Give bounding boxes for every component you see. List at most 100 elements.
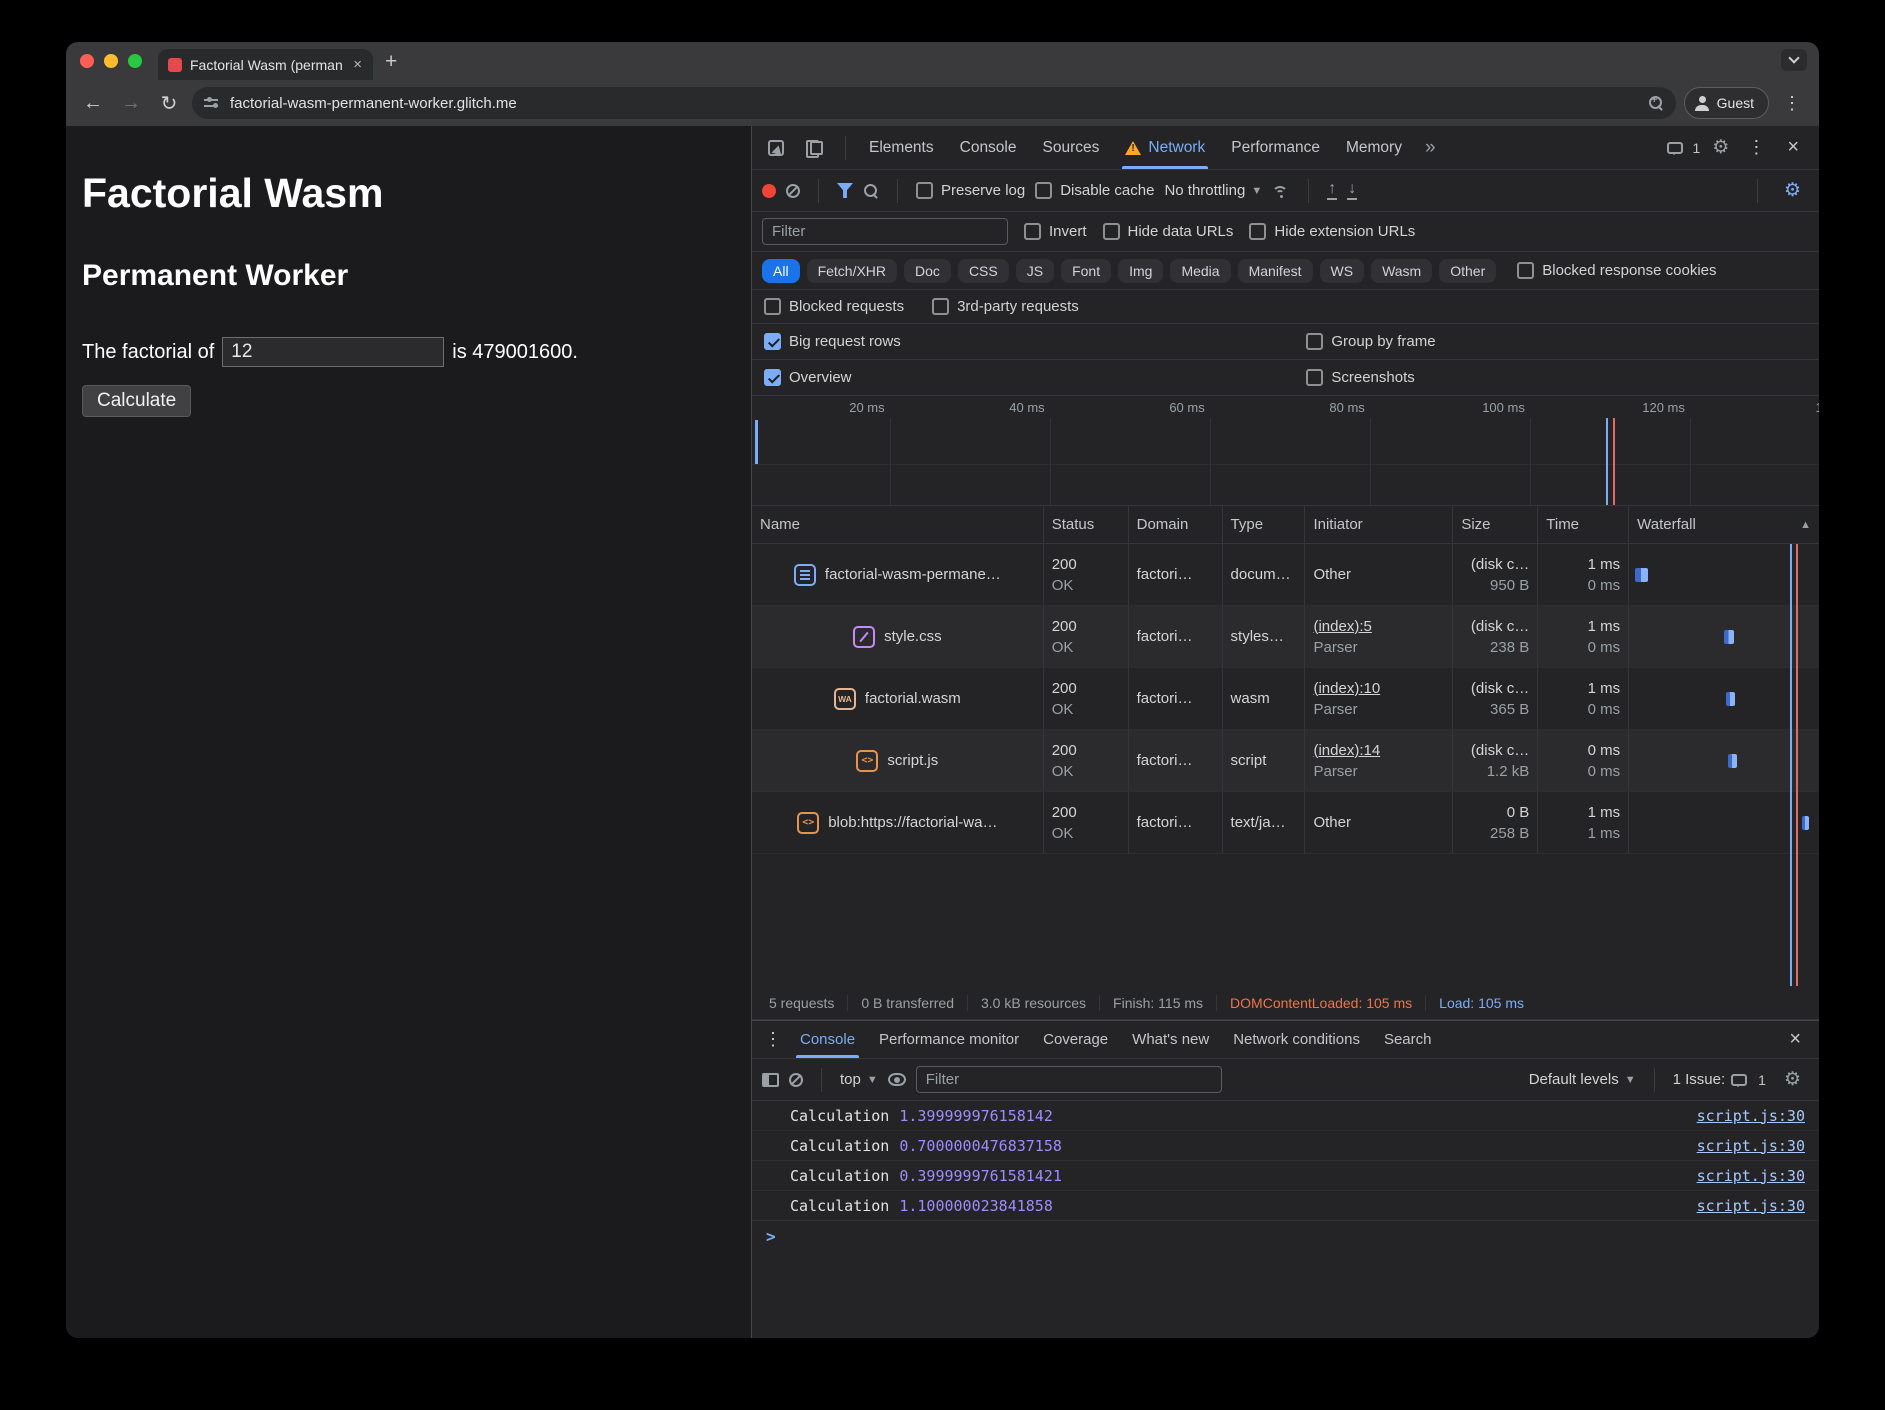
log-levels-select[interactable]: Default levels▼	[1529, 1071, 1636, 1088]
filter-chip-media[interactable]: Media	[1170, 259, 1230, 283]
export-har-button[interactable]: ↓	[1347, 181, 1357, 201]
filter-chip-css[interactable]: CSS	[958, 259, 1009, 283]
clear-console-button[interactable]	[789, 1073, 803, 1087]
column-header-status[interactable]: Status	[1044, 506, 1129, 543]
drawer-close-button[interactable]: ×	[1777, 1028, 1813, 1051]
network-conditions-icon[interactable]	[1272, 183, 1290, 198]
zoom-icon[interactable]: +	[1648, 95, 1664, 111]
checkbox-icon[interactable]	[1035, 182, 1052, 199]
devtools-tab-performance[interactable]: Performance	[1220, 126, 1331, 169]
initiator-link[interactable]: (index):14	[1313, 740, 1444, 761]
console-settings-button[interactable]: ⚙	[1776, 1070, 1809, 1089]
url-text[interactable]: factorial-wasm-permanent-worker.glitch.m…	[230, 95, 1638, 112]
filter-chip-ws[interactable]: WS	[1320, 259, 1365, 283]
screenshots-checkbox[interactable]: Screenshots	[1306, 369, 1414, 386]
address-bar[interactable]: factorial-wasm-permanent-worker.glitch.m…	[192, 87, 1676, 119]
device-toolbar-icon[interactable]	[806, 140, 823, 155]
guest-profile-button[interactable]: Guest	[1684, 87, 1769, 119]
checkbox-checked-icon[interactable]	[764, 333, 781, 350]
drawer-tab-console[interactable]: Console	[788, 1021, 867, 1058]
checkbox-icon[interactable]	[1517, 262, 1534, 279]
close-window-button[interactable]	[80, 54, 94, 68]
site-settings-icon[interactable]	[204, 97, 220, 109]
network-request-row[interactable]: <> blob:https://factorial-wa… 200OK fact…	[752, 792, 1819, 854]
devtools-close-button[interactable]: ×	[1775, 136, 1811, 159]
drawer-tab-search[interactable]: Search	[1372, 1021, 1444, 1058]
browser-tab[interactable]: Factorial Wasm (permanent W ×	[158, 49, 373, 80]
record-button[interactable]	[762, 184, 776, 198]
issues-bubble-icon[interactable]	[1667, 142, 1683, 154]
drawer-tab-whats-new[interactable]: What's new	[1120, 1021, 1221, 1058]
devtools-tab-elements[interactable]: Elements	[858, 126, 945, 169]
column-header-initiator[interactable]: Initiator	[1305, 506, 1453, 543]
column-header-type[interactable]: Type	[1223, 506, 1306, 543]
console-filter-input[interactable]	[916, 1066, 1222, 1093]
console-message[interactable]: Calculation 0.7000000476837158 script.js…	[752, 1131, 1819, 1161]
column-header-domain[interactable]: Domain	[1129, 506, 1223, 543]
filter-chip-doc[interactable]: Doc	[904, 259, 951, 283]
devtools-tab-memory[interactable]: Memory	[1335, 126, 1413, 169]
overview-checkbox[interactable]: Overview	[764, 369, 852, 386]
column-header-name[interactable]: Name	[752, 506, 1044, 543]
checkbox-icon[interactable]	[764, 298, 781, 315]
back-button[interactable]: ←	[78, 92, 108, 115]
source-link[interactable]: script.js:30	[1697, 1107, 1805, 1125]
devtools-tab-sources[interactable]: Sources	[1032, 126, 1111, 169]
third-party-requests-checkbox[interactable]: 3rd-party requests	[932, 298, 1079, 315]
network-request-row[interactable]: factorial-wasm-permane… 200OK factori… d…	[752, 544, 1819, 606]
tab-search-button[interactable]	[1781, 49, 1807, 71]
network-request-row[interactable]: WA factorial.wasm 200OK factori… wasm (i…	[752, 668, 1819, 730]
network-filter-input[interactable]	[762, 218, 1008, 245]
filter-chip-all[interactable]: All	[762, 259, 800, 283]
calculate-button[interactable]: Calculate	[82, 385, 191, 417]
initiator-link[interactable]: (index):5	[1313, 616, 1444, 637]
inspect-element-icon[interactable]	[768, 140, 784, 156]
checkbox-icon[interactable]	[916, 182, 933, 199]
filter-chip-js[interactable]: JS	[1016, 259, 1054, 283]
devtools-settings-button[interactable]: ⚙	[1704, 138, 1737, 157]
column-header-waterfall[interactable]: Waterfall ▲	[1629, 506, 1819, 543]
filter-chip-wasm[interactable]: Wasm	[1371, 259, 1432, 283]
hide-data-urls-checkbox[interactable]: Hide data URLs	[1103, 223, 1234, 240]
devtools-menu-button[interactable]: ⋮	[1741, 137, 1771, 158]
big-request-rows-checkbox[interactable]: Big request rows	[764, 333, 901, 350]
network-settings-button[interactable]: ⚙	[1776, 181, 1809, 200]
checkbox-checked-icon[interactable]	[764, 369, 781, 386]
disable-cache-checkbox[interactable]: Disable cache	[1035, 182, 1154, 199]
new-tab-button[interactable]: +	[373, 51, 409, 80]
context-selector[interactable]: top▼	[840, 1071, 878, 1088]
column-header-time[interactable]: Time	[1538, 506, 1629, 543]
blocked-response-cookies-checkbox[interactable]: Blocked response cookies	[1517, 262, 1716, 279]
checkbox-icon[interactable]	[932, 298, 949, 315]
checkbox-icon[interactable]	[1024, 223, 1041, 240]
clear-network-log-button[interactable]	[786, 184, 800, 198]
filter-chip-fetch-xhr[interactable]: Fetch/XHR	[807, 259, 897, 283]
issues-link[interactable]: 1 Issue: 1	[1673, 1071, 1766, 1088]
drawer-menu-button[interactable]: ⋮	[758, 1029, 788, 1050]
more-tabs-button[interactable]: »	[1417, 137, 1444, 159]
devtools-tab-network[interactable]: ! Network	[1114, 126, 1216, 169]
blocked-requests-checkbox[interactable]: Blocked requests	[764, 298, 904, 315]
console-sidebar-icon[interactable]	[762, 1073, 779, 1087]
factorial-input[interactable]	[222, 337, 444, 367]
checkbox-icon[interactable]	[1306, 369, 1323, 386]
invert-checkbox[interactable]: Invert	[1024, 223, 1087, 240]
drawer-tab-network-conditions[interactable]: Network conditions	[1221, 1021, 1372, 1058]
filter-chip-other[interactable]: Other	[1439, 259, 1496, 283]
preserve-log-checkbox[interactable]: Preserve log	[916, 182, 1025, 199]
console-message[interactable]: Calculation 1.100000023841858 script.js:…	[752, 1191, 1819, 1221]
drawer-tab-coverage[interactable]: Coverage	[1031, 1021, 1120, 1058]
reload-button[interactable]: ↻	[154, 91, 184, 116]
import-har-button[interactable]: ↑	[1327, 181, 1337, 201]
network-request-row[interactable]: <> script.js 200OK factori… script (inde…	[752, 730, 1819, 792]
eye-icon[interactable]	[888, 1073, 906, 1086]
column-header-size[interactable]: Size	[1453, 506, 1538, 543]
console-message[interactable]: Calculation 0.3999999761581421 script.js…	[752, 1161, 1819, 1191]
console-prompt[interactable]: >	[752, 1221, 1819, 1251]
hide-extension-urls-checkbox[interactable]: Hide extension URLs	[1249, 223, 1415, 240]
search-icon[interactable]	[863, 183, 879, 199]
console-message[interactable]: Calculation 1.399999976158142 script.js:…	[752, 1101, 1819, 1131]
browser-menu-button[interactable]: ⋮	[1777, 93, 1807, 114]
filter-funnel-icon[interactable]	[837, 183, 853, 198]
network-request-row[interactable]: style.css 200OK factori… styles… (index)…	[752, 606, 1819, 668]
